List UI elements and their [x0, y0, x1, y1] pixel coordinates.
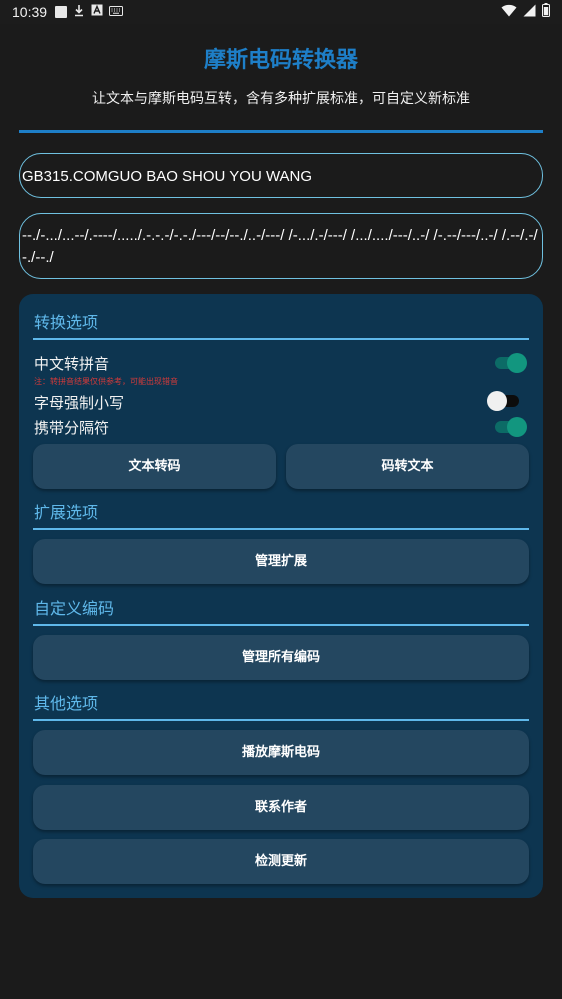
other-section-divider [33, 719, 529, 721]
toggle-chinese-to-pinyin[interactable] [493, 352, 527, 373]
notification-square-icon [55, 6, 68, 18]
decode-button[interactable]: 码转文本 [286, 444, 529, 489]
status-right-icons [501, 3, 550, 21]
status-bar: 10:39 [0, 0, 562, 24]
option-force-lowercase-label: 字母强制小写 [34, 394, 125, 412]
check-update-button[interactable]: 检测更新 [33, 839, 529, 884]
conversion-section-divider [33, 338, 529, 340]
title-divider [19, 130, 543, 133]
toggle-thumb [507, 417, 527, 437]
other-section-title: 其他选项 [34, 694, 99, 713]
status-time: 10:39 [12, 4, 48, 20]
conversion-section-title: 转换选项 [34, 313, 99, 332]
toggle-force-lowercase[interactable] [487, 390, 521, 411]
option-include-separator-label: 携带分隔符 [34, 419, 110, 437]
contact-author-button[interactable]: 联系作者 [33, 785, 529, 830]
extension-section-divider [33, 528, 529, 530]
manage-extensions-button[interactable]: 管理扩展 [33, 539, 529, 584]
custom-encoding-section-title: 自定义编码 [34, 599, 115, 618]
option-chinese-to-pinyin-label: 中文转拼音 [34, 355, 110, 373]
keyboard-icon [109, 5, 124, 20]
app-subtitle: 让文本与摩斯电码互转，含有多种扩展标准，可自定义新标准 [92, 91, 470, 107]
app-title: 摩斯电码转换器 [203, 48, 358, 73]
manage-encodings-button[interactable]: 管理所有编码 [33, 635, 529, 680]
status-left-icons [55, 4, 124, 21]
font-a-icon [91, 4, 103, 20]
extension-section-title: 扩展选项 [34, 503, 99, 522]
custom-encoding-section-divider [33, 624, 529, 626]
morse-output-field[interactable]: --./-.../...--/.----/...../.-.-.-/-.-./-… [19, 213, 543, 279]
signal-icon [523, 4, 536, 21]
encode-button[interactable]: 文本转码 [33, 444, 276, 489]
download-icon [73, 4, 85, 21]
text-input-field[interactable]: GB315.COMGUO BAO SHOU YOU WANG [19, 153, 543, 198]
toggle-thumb [507, 353, 527, 373]
wifi-icon [501, 4, 517, 21]
toggle-thumb [487, 391, 507, 411]
play-morse-button[interactable]: 播放摩斯电码 [33, 730, 529, 775]
battery-icon [542, 3, 550, 21]
options-card: 转换选项 中文转拼音 注：转拼音结果仅供参考，可能出现错音 字母强制小写 携带分… [19, 294, 543, 898]
toggle-include-separator[interactable] [493, 416, 527, 437]
pinyin-note: 注：转拼音结果仅供参考，可能出现错音 [34, 377, 178, 386]
